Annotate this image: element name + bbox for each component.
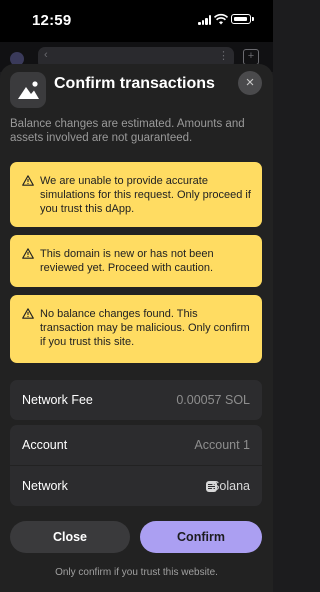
browser-more-icon: ⋮ [218,50,229,62]
browser-back-icon: ‹ [44,49,48,61]
confirm-button[interactable]: Confirm [140,521,262,553]
sheet-title: Confirm transactions [54,75,215,92]
warning-banner-domain: This domain is new or has not been revie… [10,235,262,287]
warning-banner-simulation: We are unable to provide accurate simula… [10,162,262,227]
browser-tabs-icon: + [243,49,259,65]
network-row: Network Solana [10,466,262,506]
signal-icon [198,15,212,25]
status-time: 12:59 [32,12,72,29]
app-logo-icon [10,72,46,108]
status-bar: 12:59 [0,0,273,42]
account-value: Account 1 [194,438,250,452]
network-value: Solana [211,479,250,493]
warning-text: This domain is new or has not been revie… [40,248,214,274]
network-fee-row: Network Fee 0.00057 SOL [10,380,262,420]
warning-icon [22,248,34,259]
network-fee-value: 0.00057 SOL [176,393,250,407]
close-button[interactable]: Close [10,521,130,553]
footer-note: Only confirm if you trust this website. [55,567,218,578]
estimate-disclaimer: Balance changes are estimated. Amounts a… [10,118,245,144]
close-icon[interactable]: × [238,71,262,95]
warning-icon [22,308,34,319]
wifi-icon [214,13,228,25]
network-fee-label: Network Fee [22,393,93,407]
warning-banner-balance: No balance changes found. This transacti… [10,295,262,363]
account-row: Account Account 1 [10,425,262,465]
warning-text: No balance changes found. This transacti… [40,308,250,348]
warning-text: We are unable to provide accurate simula… [40,175,251,215]
network-label: Network [22,479,68,493]
account-label: Account [22,438,68,452]
battery-icon [231,14,251,24]
warning-icon [22,175,34,186]
